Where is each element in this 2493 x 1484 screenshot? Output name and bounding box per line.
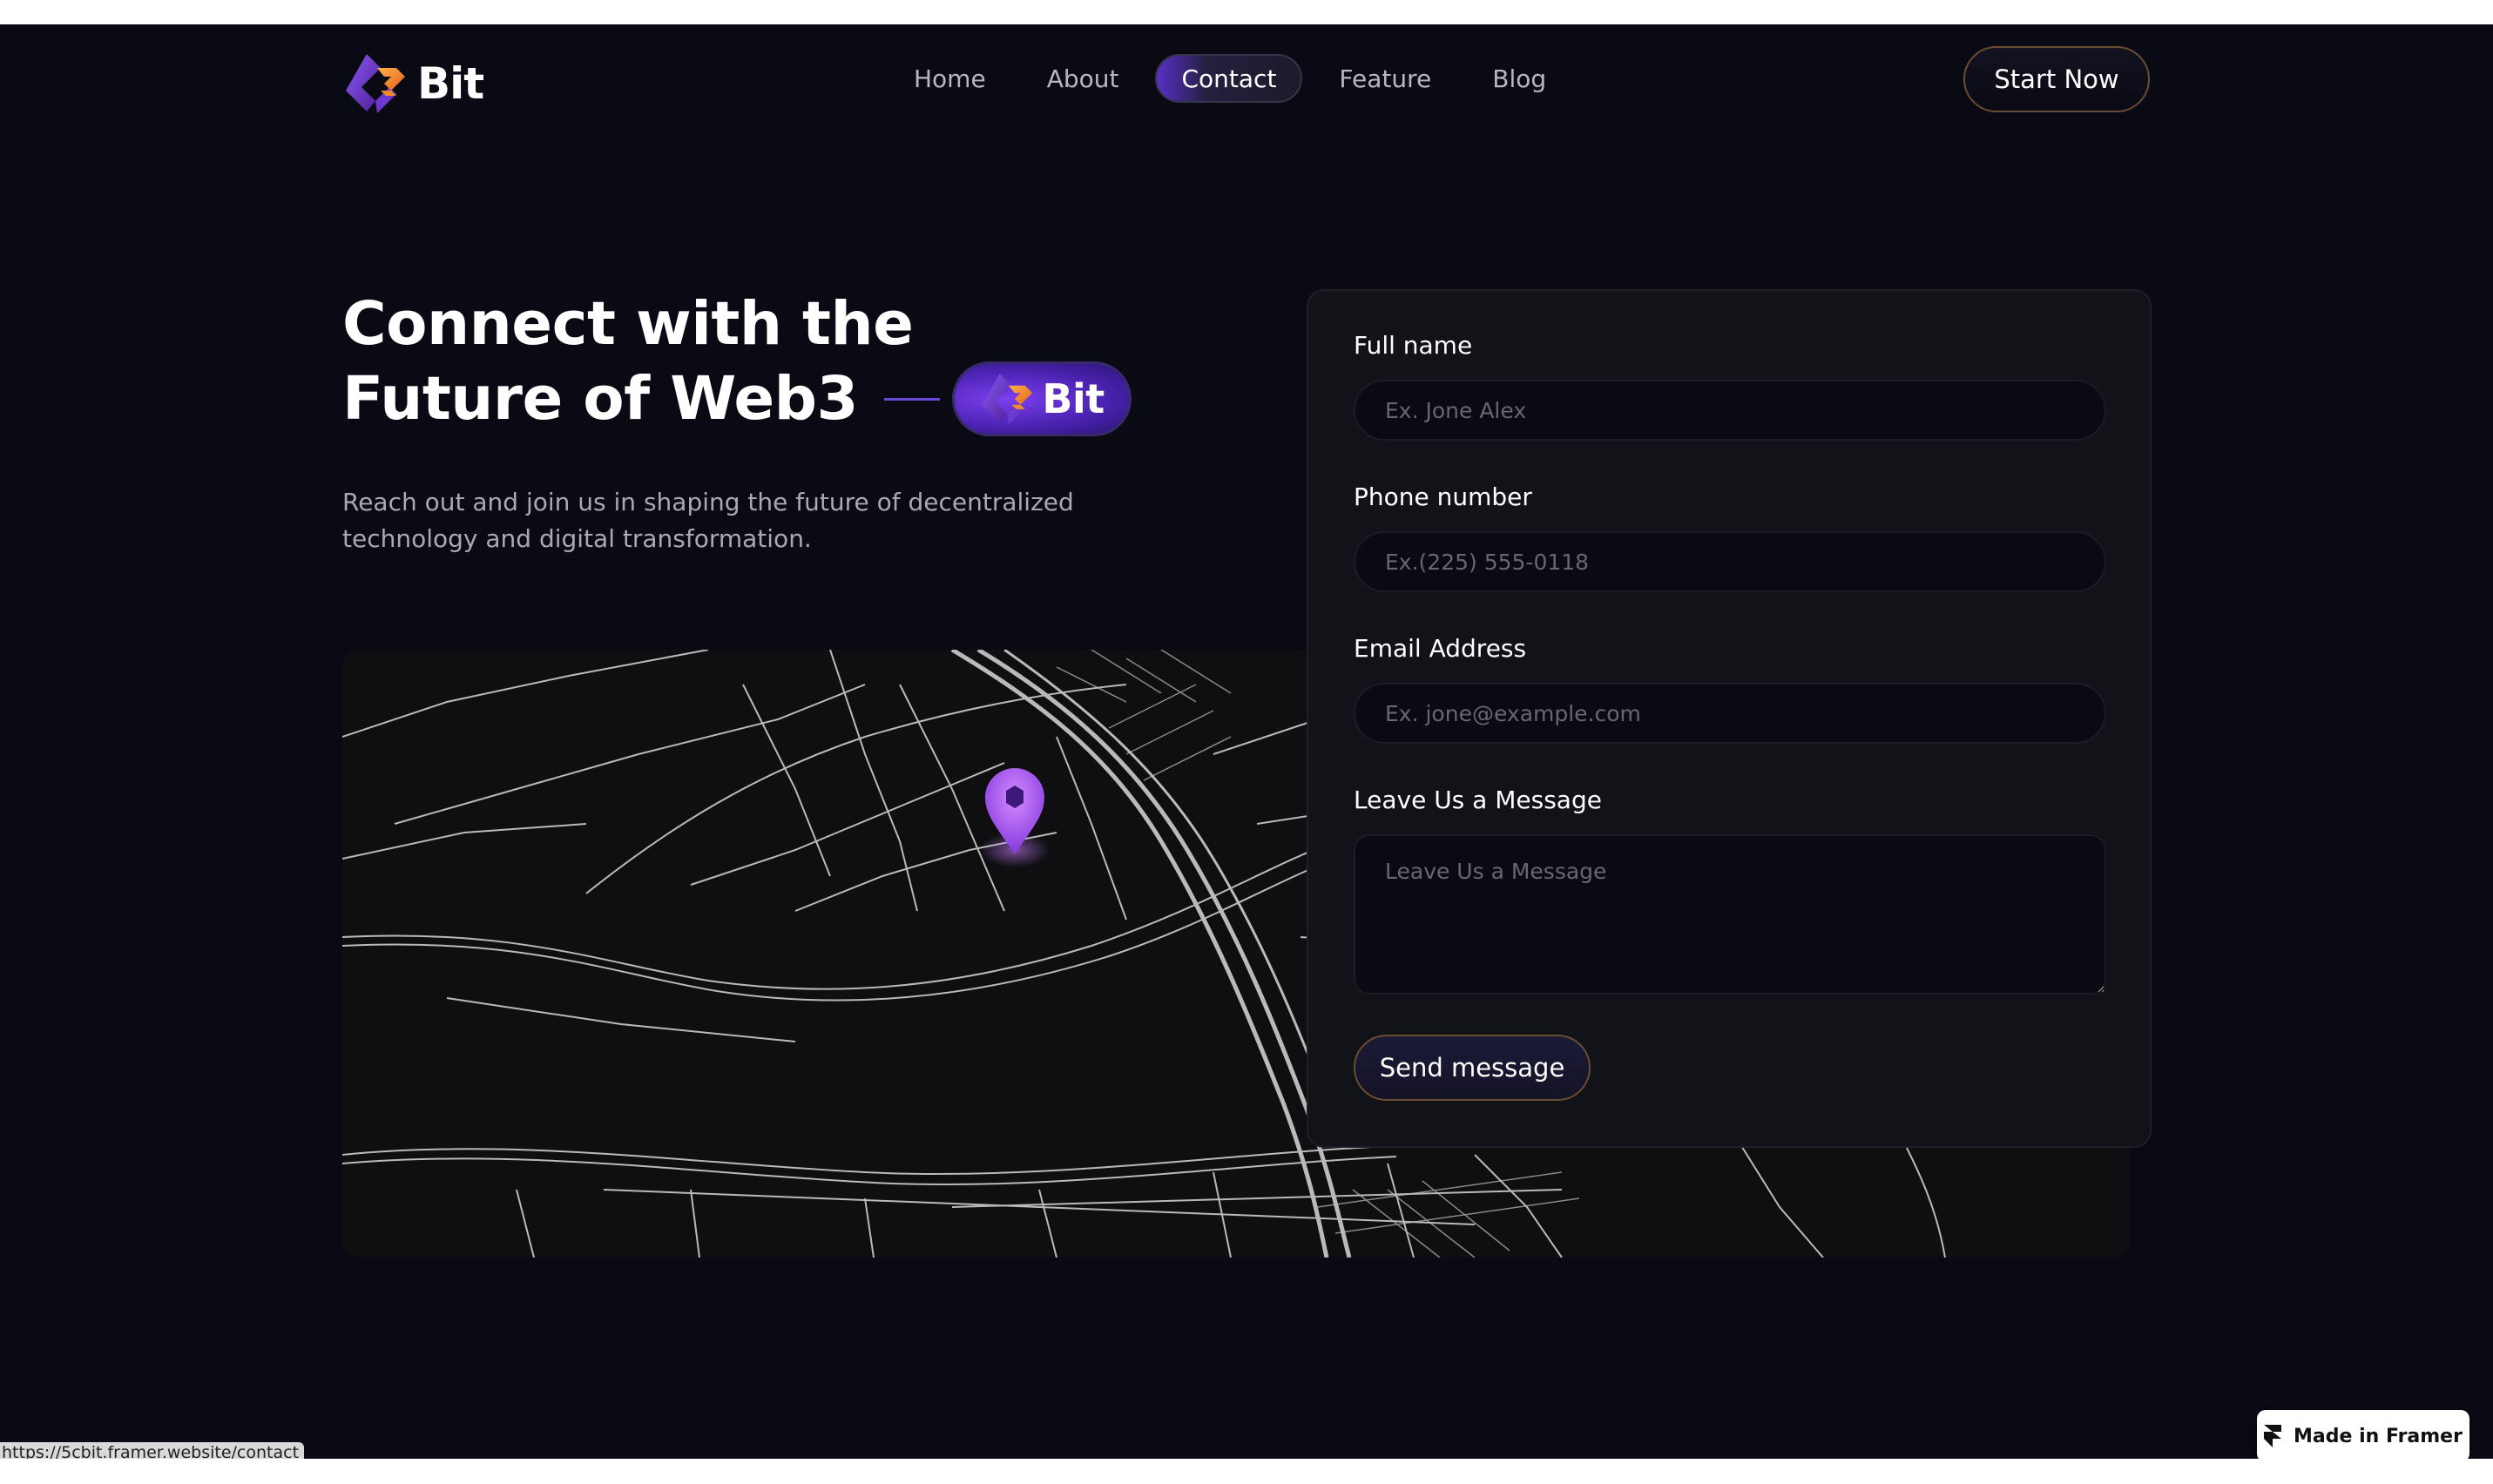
page: Bit Home About Contact Feature Blog Star… bbox=[0, 24, 2493, 1459]
hero-brand-badge: Bit bbox=[952, 361, 1132, 436]
hero-title: Connect with the Future of Web3 Bit bbox=[342, 287, 1132, 436]
framer-icon bbox=[2264, 1425, 2282, 1447]
nav-item-contact[interactable]: Contact bbox=[1155, 54, 1303, 103]
bit-logo-icon bbox=[346, 54, 405, 113]
send-message-button[interactable]: Send message bbox=[1354, 1035, 1591, 1101]
nav-item-blog[interactable]: Blog bbox=[1468, 54, 1571, 103]
nav-item-feature[interactable]: Feature bbox=[1314, 54, 1456, 103]
start-now-button[interactable]: Start Now bbox=[1963, 46, 2150, 112]
main-nav: Home About Contact Feature Blog bbox=[889, 54, 1571, 103]
nav-item-home[interactable]: Home bbox=[889, 54, 1010, 103]
hero-badge-text: Bit bbox=[1042, 374, 1105, 422]
phone-label: Phone number bbox=[1354, 482, 1532, 511]
bit-logo-icon bbox=[982, 374, 1033, 424]
made-in-framer-badge[interactable]: Made in Framer bbox=[2257, 1410, 2469, 1459]
hero-title-line1: Connect with the bbox=[342, 289, 914, 359]
nav-item-about[interactable]: About bbox=[1023, 54, 1144, 103]
made-in-framer-label: Made in Framer bbox=[2294, 1425, 2463, 1447]
full-name-input[interactable] bbox=[1354, 380, 2106, 441]
brand-logo[interactable]: Bit bbox=[342, 49, 484, 118]
email-label: Email Address bbox=[1354, 634, 1527, 663]
hero-description: Reach out and join us in shaping the fut… bbox=[342, 488, 1074, 553]
hero-title-line2: Future of Web3 bbox=[342, 363, 859, 434]
status-bar-url: https://5cbit.framer.website/contact bbox=[0, 1442, 305, 1459]
hero-divider bbox=[884, 397, 941, 401]
phone-input[interactable] bbox=[1354, 531, 2106, 592]
message-label: Leave Us a Message bbox=[1354, 786, 1602, 814]
contact-form: Full name Phone number Email Address Lea… bbox=[1307, 289, 2152, 1148]
message-textarea[interactable] bbox=[1354, 834, 2106, 995]
brand-name: Bit bbox=[417, 58, 484, 109]
full-name-label: Full name bbox=[1354, 331, 1473, 360]
hero-title-line2-row: Future of Web3 Bit bbox=[342, 361, 1132, 436]
email-input[interactable] bbox=[1354, 683, 2106, 744]
